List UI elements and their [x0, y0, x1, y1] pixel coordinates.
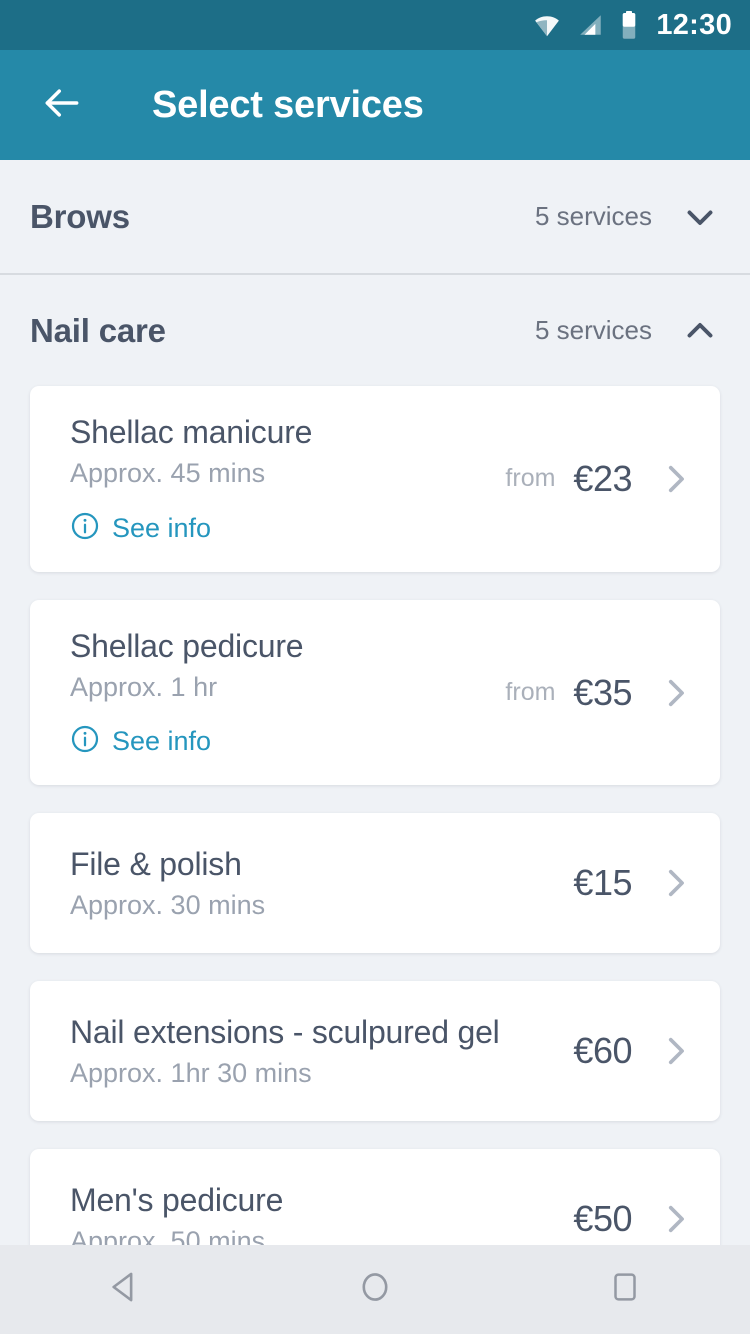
section-header-brows[interactable]: Brows 5 services	[0, 160, 750, 273]
section-title: Nail care	[30, 311, 166, 349]
price-value: €35	[573, 671, 632, 713]
chevron-right-icon[interactable]	[656, 674, 694, 712]
service-details: Shellac pedicure Approx. 1 hr See info	[70, 600, 505, 786]
service-name: Shellac manicure	[70, 414, 313, 450]
back-button[interactable]	[34, 77, 90, 133]
service-duration: Approx. 30 mins	[70, 890, 266, 920]
price-value: €60	[573, 1030, 632, 1072]
square-recents-icon	[605, 1267, 645, 1312]
status-bar: 12:30	[0, 0, 750, 50]
chevron-right-icon[interactable]	[656, 864, 694, 902]
cellular-signal-icon	[578, 12, 604, 38]
chevron-up-icon[interactable]	[680, 311, 720, 351]
chevron-right-icon[interactable]	[656, 460, 694, 498]
info-circle-icon	[70, 511, 100, 546]
price-value: €15	[573, 862, 632, 904]
see-info-link[interactable]: See info	[70, 724, 211, 759]
android-navigation-bar	[0, 1245, 750, 1334]
service-price: €50	[573, 1198, 694, 1240]
chevron-right-icon[interactable]	[656, 1200, 694, 1238]
service-card[interactable]: File & polish Approx. 30 mins €15	[30, 813, 720, 954]
nav-back-button[interactable]	[0, 1245, 250, 1334]
service-name: Shellac pedicure	[70, 627, 304, 664]
service-card[interactable]: Shellac manicure Approx. 45 mins See inf…	[30, 386, 720, 572]
service-name: File & polish	[70, 846, 242, 883]
services-scroll-area[interactable]: Brows 5 services Nail care 5 services Sh…	[0, 160, 750, 1245]
service-card[interactable]: Men's pedicure Approx. 50 mins €50	[30, 1149, 720, 1245]
price-prefix: from	[505, 678, 556, 707]
price-prefix: from	[505, 464, 556, 493]
chevron-down-icon[interactable]	[680, 197, 720, 237]
arrow-left-icon	[40, 81, 84, 130]
service-details: Shellac manicure Approx. 45 mins See inf…	[70, 386, 505, 572]
service-duration: Approx. 50 mins	[70, 1226, 266, 1245]
triangle-back-icon	[104, 1266, 146, 1313]
chevron-right-icon[interactable]	[656, 1032, 694, 1070]
wifi-icon	[532, 10, 562, 40]
service-duration: Approx. 1hr 30 mins	[70, 1058, 312, 1088]
service-details: File & polish Approx. 30 mins	[70, 818, 573, 949]
service-duration: Approx. 1 hr	[70, 671, 218, 702]
price-value: €23	[573, 457, 632, 499]
service-name: Men's pedicure	[70, 1182, 284, 1219]
see-info-label: See info	[112, 512, 212, 543]
service-card[interactable]: Shellac pedicure Approx. 1 hr See info f…	[30, 599, 720, 786]
service-price: from €35	[505, 672, 694, 714]
nav-home-button[interactable]	[250, 1245, 500, 1334]
service-price: €15	[573, 862, 694, 904]
section-header-nail-care[interactable]: Nail care 5 services	[0, 273, 750, 386]
service-details: Nail extensions - sculpured gel Approx. …	[70, 986, 573, 1117]
app-bar: Select services	[0, 50, 750, 160]
service-list: Shellac manicure Approx. 45 mins See inf…	[0, 386, 750, 1245]
section-title: Brows	[30, 197, 130, 235]
see-info-link[interactable]: See info	[70, 511, 211, 546]
section-service-count: 5 services	[534, 315, 652, 345]
status-time: 12:30	[656, 8, 732, 41]
info-circle-icon	[70, 724, 100, 759]
see-info-label: See info	[112, 726, 212, 757]
section-service-count: 5 services	[534, 201, 652, 231]
service-price: €60	[573, 1030, 694, 1072]
service-duration: Approx. 45 mins	[70, 457, 266, 488]
service-card[interactable]: Nail extensions - sculpured gel Approx. …	[30, 981, 720, 1122]
circle-home-icon	[354, 1266, 396, 1313]
page-title: Select services	[152, 83, 424, 126]
battery-icon	[620, 10, 638, 40]
nav-recents-button[interactable]	[500, 1245, 750, 1334]
service-price: from €23	[505, 458, 694, 500]
service-name: Nail extensions - sculpured gel	[70, 1014, 500, 1051]
service-details: Men's pedicure Approx. 50 mins	[70, 1154, 573, 1245]
price-value: €50	[573, 1198, 632, 1240]
